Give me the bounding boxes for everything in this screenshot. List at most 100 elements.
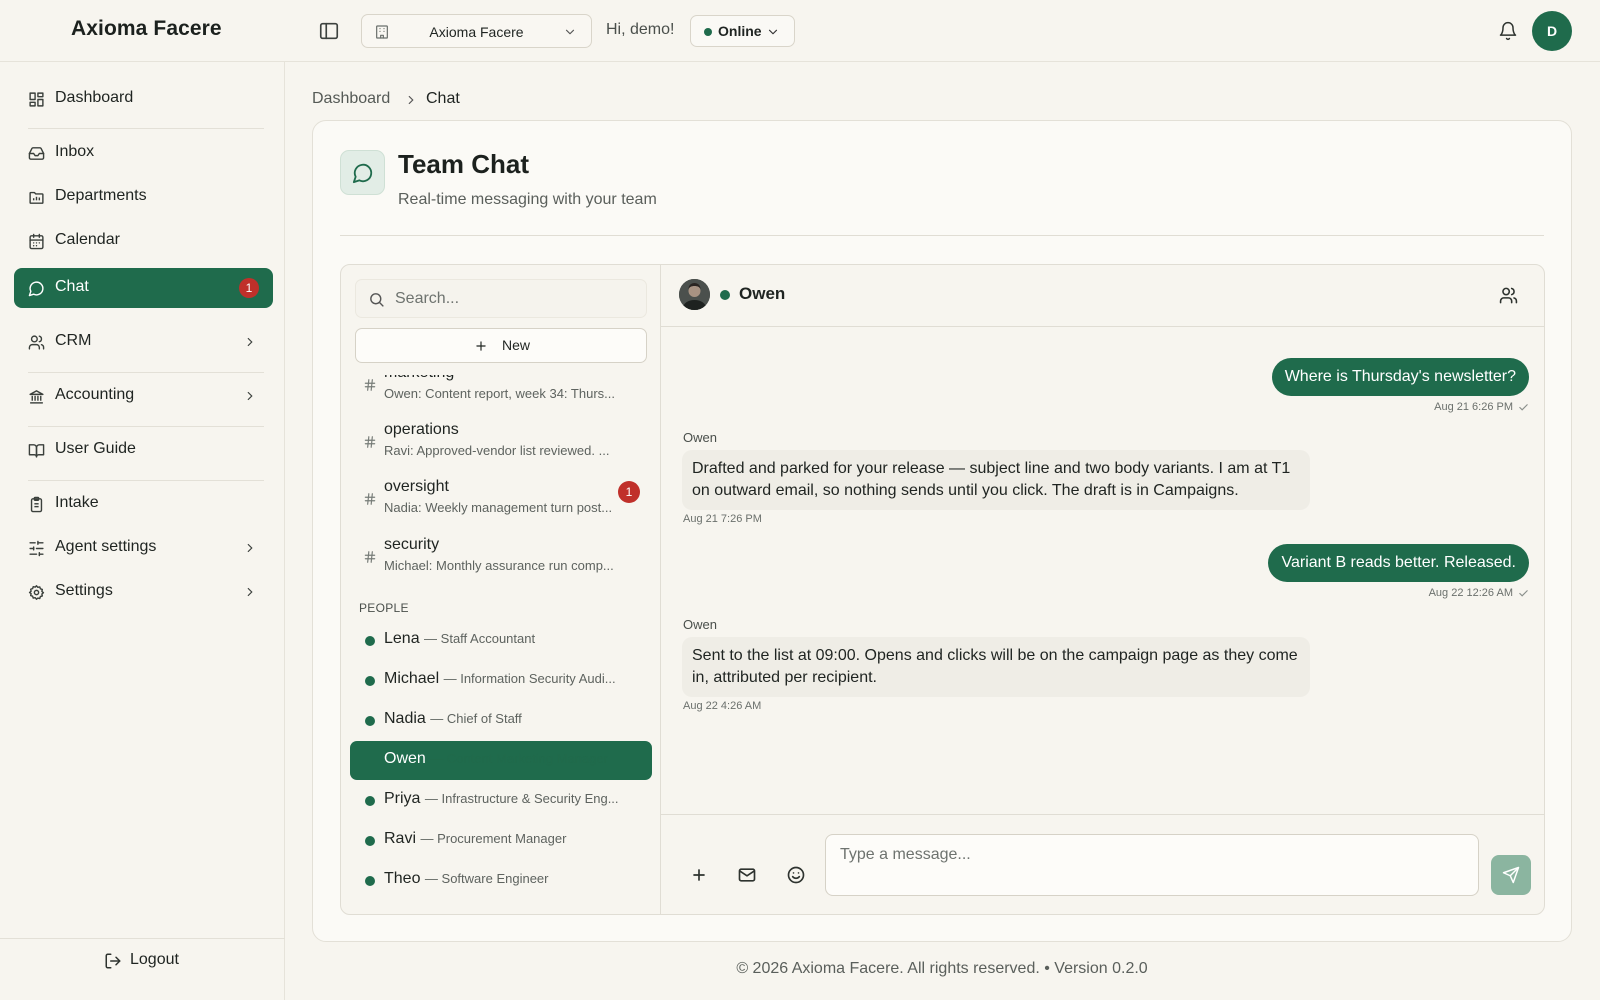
channel-last-message: Michael: Monthly assurance run comp... <box>384 558 614 573</box>
plus-icon[interactable] <box>689 865 709 885</box>
person-role: — Chief of Staff <box>430 711 522 726</box>
breadcrumb-dashboard[interactable]: Dashboard <box>312 90 390 108</box>
dashboard-icon <box>28 91 45 108</box>
sidebar-item-label: User Guide <box>55 440 136 457</box>
person-name: Nadia <box>384 710 426 727</box>
person-item-michael[interactable]: Michael — Information Security Audi... <box>350 661 652 700</box>
sidebar-item-intake[interactable]: Intake <box>14 484 273 524</box>
bell-icon[interactable] <box>1498 21 1518 41</box>
message-bubble: Variant B reads better. Released. <box>1268 544 1529 582</box>
hash-icon <box>363 378 377 392</box>
main-card: Team Chat Real-time messaging with your … <box>312 120 1572 942</box>
sidebar-item-departments[interactable]: Departments <box>14 177 273 217</box>
chevron-right-icon <box>404 93 418 107</box>
clipboard-icon <box>28 496 45 513</box>
person-role: — Procurement Manager <box>420 831 567 846</box>
chevron-right-icon <box>243 389 257 403</box>
divider <box>28 128 264 129</box>
conversation-pane: Owen Where is Thursday's newsletter? Aug… <box>661 265 1544 914</box>
sidebar-item-label: Chat <box>55 278 89 295</box>
hash-icon <box>363 550 377 564</box>
message-outgoing: Where is Thursday's newsletter? <box>1271 358 1529 396</box>
chevron-right-icon <box>243 585 257 599</box>
conversation-scroll-area[interactable]: marketing Owen: Content report, week 34:… <box>341 375 660 914</box>
sidebar-item-calendar[interactable]: Calendar <box>14 221 273 261</box>
person-role: — Information Security Audi... <box>443 671 616 686</box>
check-icon <box>1518 588 1529 599</box>
channel-item[interactable]: security Michael: Monthly assurance run … <box>341 530 660 586</box>
person-item-owen[interactable]: Owen — Content Marketing Manager <box>350 741 652 780</box>
online-indicator <box>365 876 375 886</box>
divider <box>28 372 264 373</box>
mail-icon[interactable] <box>737 865 757 885</box>
unread-badge: 1 <box>618 481 640 503</box>
app-brand[interactable]: Axioma Facere <box>71 17 222 41</box>
message-input[interactable] <box>825 834 1479 896</box>
sidebar-item-label: Dashboard <box>55 89 134 106</box>
hash-icon <box>363 435 377 449</box>
workspace-selector[interactable]: Axioma Facere <box>361 14 592 48</box>
conversation-header: Owen <box>661 265 1544 327</box>
chevron-down-icon <box>563 25 577 39</box>
people-section-label: PEOPLE <box>359 601 409 615</box>
search-field[interactable] <box>355 279 647 318</box>
members-icon[interactable] <box>1499 286 1518 305</box>
person-role: — Content Marketing Manager <box>430 751 609 766</box>
sidebar-item-user-guide[interactable]: User Guide <box>14 430 273 470</box>
person-name: Ravi <box>384 830 417 847</box>
sidebar-toggle-icon[interactable] <box>318 20 340 42</box>
message-time: Aug 21 6:26 PM <box>1434 401 1513 413</box>
search-input[interactable] <box>395 288 635 310</box>
person-item-ravi[interactable]: Ravi — Procurement Manager <box>350 821 652 860</box>
message-time: Aug 21 7:26 PM <box>683 513 762 525</box>
channel-last-message: Nadia: Weekly management turn post... <box>384 500 613 515</box>
emoji-icon[interactable] <box>786 865 806 885</box>
person-role: — Software Engineer <box>424 871 549 886</box>
person-item-priya[interactable]: Priya — Infrastructure & Security Eng... <box>350 781 652 820</box>
channel-last-message: Ravi: Approved-vendor list reviewed. ... <box>384 443 610 458</box>
divider <box>0 938 285 939</box>
folder-icon <box>28 189 45 206</box>
sidebar-item-dashboard[interactable]: Dashboard <box>14 79 273 119</box>
sidebar-item-crm[interactable]: CRM <box>14 322 273 362</box>
person-name: Michael <box>384 670 440 687</box>
divider <box>28 480 264 481</box>
person-name: Theo <box>384 870 421 887</box>
book-icon <box>28 442 45 459</box>
channel-name: security <box>384 536 440 553</box>
online-indicator <box>365 836 375 846</box>
sidebar-item-accounting[interactable]: Accounting <box>14 376 273 416</box>
chevron-right-icon <box>243 335 257 349</box>
sidebar-item-chat[interactable]: Chat 1 <box>14 268 273 308</box>
sidebar-item-agent-settings[interactable]: Agent settings <box>14 528 273 568</box>
send-button[interactable] <box>1491 855 1531 895</box>
gear-icon <box>28 584 45 601</box>
person-item-theo[interactable]: Theo — Software Engineer <box>350 861 652 900</box>
channel-item[interactable]: operations Ravi: Approved-vendor list re… <box>341 415 660 471</box>
sliders-icon <box>28 540 45 557</box>
person-item-nadia[interactable]: Nadia — Chief of Staff <box>350 701 652 740</box>
message-time: Aug 22 4:26 AM <box>683 700 762 712</box>
status-selector[interactable]: Online <box>690 15 795 47</box>
new-conversation-button[interactable]: New <box>355 328 647 363</box>
message-sender: Owen <box>683 430 717 445</box>
person-item-lena[interactable]: Lena — Staff Accountant <box>350 621 652 660</box>
message-composer <box>661 814 1544 914</box>
online-indicator <box>365 636 375 646</box>
channel-name: oversight <box>384 478 449 495</box>
channel-last-message: Owen: Content report, week 34: Thurs... <box>384 386 615 401</box>
sidebar-item-settings[interactable]: Settings <box>14 572 273 612</box>
message-sender: Owen <box>683 617 717 632</box>
send-icon <box>1502 866 1520 884</box>
message-bubble: Where is Thursday's newsletter? <box>1271 358 1529 396</box>
channel-item[interactable]: oversight Nadia: Weekly management turn … <box>341 472 660 528</box>
channel-item[interactable]: marketing Owen: Content report, week 34:… <box>341 375 660 414</box>
page-title: Team Chat <box>398 149 529 179</box>
sidebar-item-inbox[interactable]: Inbox <box>14 133 273 173</box>
avatar[interactable] <box>679 279 710 310</box>
message-list[interactable]: Where is Thursday's newsletter? Aug 21 6… <box>661 327 1544 807</box>
status-label: Online <box>718 23 762 39</box>
sidebar-item-label: Settings <box>55 582 113 599</box>
chevron-down-icon <box>766 25 780 39</box>
user-avatar[interactable]: D <box>1532 11 1572 51</box>
